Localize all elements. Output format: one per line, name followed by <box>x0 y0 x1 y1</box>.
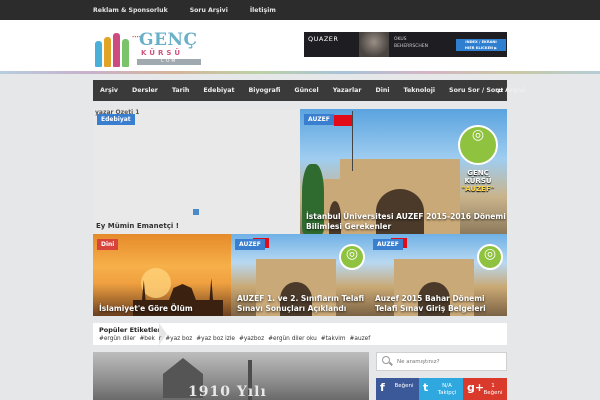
search-box <box>376 352 507 371</box>
site-logo[interactable]: •••• GENÇ KÜRSÜ COM <box>95 30 201 67</box>
nav-item-arsiv[interactable]: Arşiv <box>93 80 125 101</box>
tag-link[interactable]: #ergün diler oku <box>268 336 317 342</box>
top-bar: Reklam & Sponsorluk Soru Arşivi İletişim <box>0 0 600 20</box>
nav-item-biyografi[interactable]: Biyografi <box>241 80 287 101</box>
featured-5-title[interactable]: Auzef 2015 Bahar Dönemi Telafi Sınav Gir… <box>375 294 503 314</box>
facebook-counter[interactable]: f Beğeni <box>376 378 419 400</box>
tag-link[interactable]: #ergün diler <box>99 336 135 342</box>
historic-photo-post[interactable]: 1910 Yılı <box>93 352 369 400</box>
nav-item-dini[interactable]: Dini <box>368 80 396 101</box>
ad-portrait-image <box>359 32 389 57</box>
nav-item-soru-sor[interactable]: Soru Sor / Soru Arşivi <box>442 80 532 101</box>
ad-brand: QUAZER <box>308 35 339 43</box>
broken-image-icon <box>193 209 199 215</box>
tag-link[interactable]: #bek <box>139 336 154 342</box>
search-input[interactable] <box>397 355 502 368</box>
featured-post-2[interactable]: AUZEF GENÇ KÜRSÜ "AUZEF" İstanbul Üniver… <box>300 109 507 234</box>
nav-item-tarih[interactable]: Tarih <box>165 80 196 101</box>
featured-5-category-badge[interactable]: AUZEF <box>373 239 403 250</box>
featured-post-4[interactable]: AUZEF AUZEF 1. ve 2. Sınıfların Telafi S… <box>231 234 369 316</box>
facebook-count-label: Beğeni <box>394 383 414 389</box>
sun-image <box>141 268 171 298</box>
genc-label-line1: GENÇ <box>467 169 489 177</box>
shuffle-icon[interactable]: ⇄ <box>493 80 507 101</box>
tag-link[interactable]: #auzef <box>350 336 371 342</box>
tag-link[interactable]: #yaz boz izle <box>196 336 235 342</box>
main-nav: Arşiv Dersler Tarih Edebiyat Biyografi G… <box>93 80 525 101</box>
ad-cta-button[interactable]: INDEX / EKRANI HIER KLICKEN ▶ <box>456 39 506 51</box>
flag-icon <box>334 115 352 126</box>
ad-banner[interactable]: QUAZER OKUS BEHERRSCHEN INDEX / EKRANI H… <box>304 32 507 57</box>
tag-link[interactable]: #yazboz <box>239 336 264 342</box>
wifi-logo-icon <box>477 244 503 270</box>
wifi-logo-icon <box>458 125 498 165</box>
tag-link[interactable]: #takvim <box>321 336 346 342</box>
top-link-iletisim[interactable]: İletişim <box>250 7 276 14</box>
tag-link[interactable]: r <box>159 336 161 342</box>
googleplus-count-label: Beğeni <box>483 389 503 396</box>
popular-tags-list: #ergün diler #bek r #yaz boz #yaz boz iz… <box>99 336 370 342</box>
facebook-icon: f <box>380 381 385 394</box>
tag-link[interactable]: #yaz boz <box>165 336 192 342</box>
top-links: Reklam & Sponsorluk Soru Arşivi İletişim <box>93 0 276 20</box>
popular-tags-title: Popüler Etiketler <box>99 326 161 334</box>
featured-2-category-badge[interactable]: AUZEF <box>304 114 334 125</box>
genc-kursu-label: GENÇ KÜRSÜ "AUZEF" <box>450 169 506 193</box>
featured-3-category-badge[interactable]: Dini <box>97 239 119 250</box>
twitter-count: N/A Takipçi <box>434 383 460 396</box>
genc-label-line2: KÜRSÜ <box>464 177 492 185</box>
googleplus-counter[interactable]: g+ 1 Beğeni <box>463 378 507 400</box>
nav-item-yazarlar[interactable]: Yazarlar <box>326 80 369 101</box>
featured-4-title[interactable]: AUZEF 1. ve 2. Sınıfların Telafi Sınavı … <box>237 294 365 314</box>
ad-line2: BEHERRSCHEN <box>394 44 429 49</box>
googleplus-count: 1 Beğeni <box>480 383 506 396</box>
genc-label-line3: "AUZEF" <box>461 185 495 193</box>
twitter-count-label: Takipçi <box>437 389 457 396</box>
search-icon[interactable] <box>382 356 390 364</box>
featured-1-title[interactable]: Ey Mümin Emanetçi ! <box>96 222 179 230</box>
twitter-counter[interactable]: t N/A Takipçi <box>419 378 463 400</box>
flagpole-icon <box>352 111 353 171</box>
nav-item-edebiyat[interactable]: Edebiyat <box>196 80 241 101</box>
twitter-icon: t <box>423 381 429 394</box>
featured-post-1[interactable]: yazar Özeti 1 Edebiyat Ey Mümin Emanetçi… <box>93 109 300 234</box>
logo-domain: COM <box>137 59 201 65</box>
logo-name: GENÇ <box>139 30 198 50</box>
top-link-reklam[interactable]: Reklam & Sponsorluk <box>93 7 168 14</box>
nav-item-guncel[interactable]: Güncel <box>287 80 325 101</box>
facebook-count: Beğeni <box>391 383 417 390</box>
site-header <box>0 20 600 73</box>
nav-item-teknoloji[interactable]: Teknoloji <box>397 80 443 101</box>
logo-bottles-icon <box>95 33 131 67</box>
featured-post-5[interactable]: AUZEF Auzef 2015 Bahar Dönemi Telafi Sın… <box>369 234 507 316</box>
historic-photo-caption: 1910 Yılı <box>188 384 267 400</box>
featured-1-category-badge[interactable]: Edebiyat <box>97 114 135 125</box>
featured-2-title[interactable]: İstanbul Üniversitesi AUZEF 2015-2016 Dö… <box>306 212 506 232</box>
logo-subtitle: KÜRSÜ <box>141 49 184 57</box>
wifi-logo-icon <box>339 244 365 270</box>
nav-items: Arşiv Dersler Tarih Edebiyat Biyografi G… <box>93 80 532 101</box>
top-link-soru-arsivi[interactable]: Soru Arşivi <box>190 7 228 14</box>
featured-post-3[interactable]: Dini İslamiyet'e Göre Ölüm <box>93 234 231 316</box>
nav-item-dersler[interactable]: Dersler <box>125 80 165 101</box>
popular-tags-bar: Popüler Etiketler #ergün diler #bek r #y… <box>93 323 507 345</box>
header-stripe <box>0 71 600 74</box>
featured-3-title[interactable]: İslamiyet'e Göre Ölüm <box>99 304 229 314</box>
ad-line1: OKUS <box>394 37 407 42</box>
featured-4-category-badge[interactable]: AUZEF <box>235 239 265 250</box>
